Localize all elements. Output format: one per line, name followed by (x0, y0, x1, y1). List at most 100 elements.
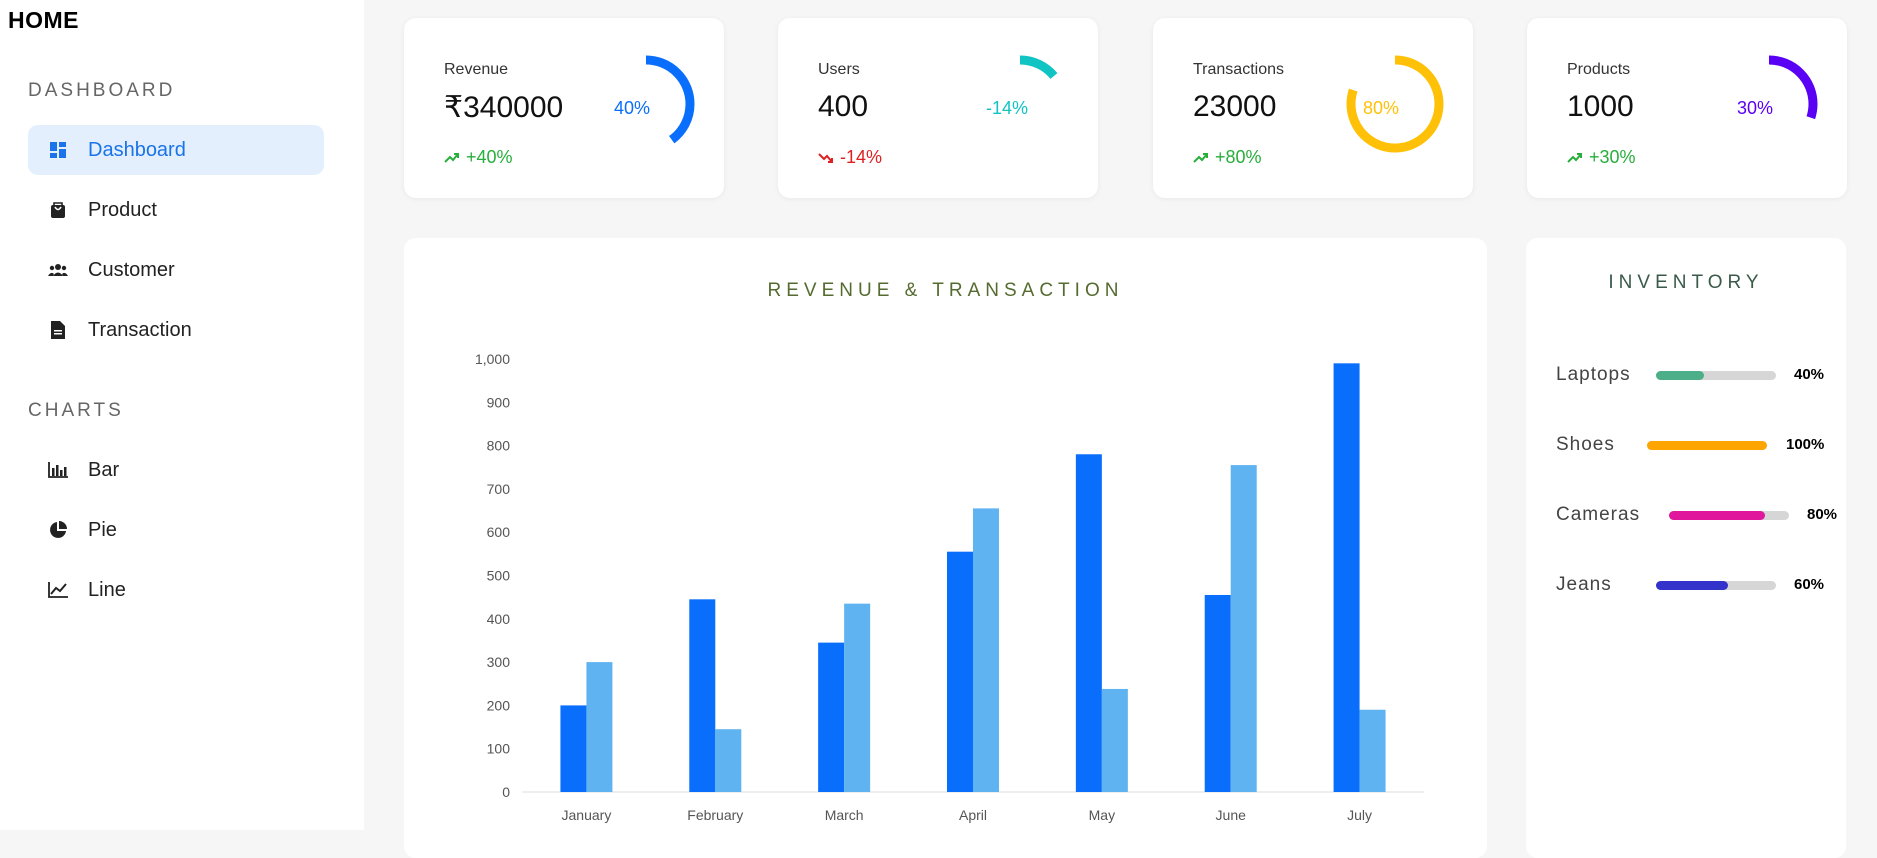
gauge-percent: -14% (986, 98, 1029, 118)
x-tick-label: May (1089, 807, 1115, 823)
inventory-item-jeans: Jeans 60% (1556, 572, 1836, 602)
inventory-title: INVENTORY (1608, 272, 1764, 293)
inventory-item-name: Jeans (1556, 574, 1612, 595)
widget-change-text: -14% (840, 147, 883, 167)
x-tick-label: January (562, 807, 612, 823)
inventory-bar-fill (1647, 441, 1767, 450)
widget-value: 23000 (1193, 90, 1277, 123)
widget-change: +40% (444, 147, 513, 168)
chart-bar[interactable] (947, 551, 973, 792)
trending-up-icon (1567, 152, 1582, 163)
chart-bar[interactable] (715, 729, 742, 792)
app-logo[interactable]: HOME (8, 7, 79, 34)
inventory-item-percent: 100% (1786, 436, 1825, 453)
x-tick-label: July (1347, 807, 1372, 823)
inventory-item-laptops: Laptops 40% (1556, 362, 1836, 392)
inventory-bar (1656, 581, 1776, 590)
inventory-item-name: Cameras (1556, 504, 1641, 525)
sidebar-item-label: Pie (88, 518, 117, 541)
shopping-bag-icon (48, 200, 68, 220)
y-tick-label: 900 (487, 394, 511, 410)
widget-value: 1000 (1567, 90, 1634, 123)
section-title-charts: CHARTS (28, 400, 124, 421)
inventory-item-percent: 40% (1794, 366, 1825, 383)
people-icon (48, 260, 68, 280)
widget-value: ₹340000 (444, 91, 564, 124)
inventory-card: INVENTORY Laptops 40% Shoes 100% Cameras… (1526, 238, 1846, 858)
sidebar-item-dashboard[interactable]: Dashboard (28, 125, 324, 175)
gauge-percent: 40% (614, 98, 651, 118)
sidebar-item-label: Product (88, 198, 157, 221)
chart-bar[interactable] (1230, 465, 1257, 792)
x-tick-label: June (1216, 807, 1247, 823)
inventory-bar (1669, 511, 1789, 520)
sidebar-item-product[interactable]: Product (28, 185, 324, 235)
inventory-bar-fill (1656, 581, 1728, 590)
inventory-item-cameras: Cameras 80% (1556, 502, 1838, 532)
widget-transactions[interactable]: Transactions 23000 +80% 80% (1153, 18, 1473, 198)
y-tick-label: 200 (487, 697, 511, 713)
inventory-bar (1647, 441, 1767, 450)
section-title-dashboard: DASHBOARD (28, 80, 176, 101)
y-tick-label: 600 (487, 524, 511, 540)
chart-bar[interactable] (973, 508, 999, 792)
chart-bar[interactable] (1333, 363, 1360, 792)
sidebar-item-transaction[interactable]: Transaction (28, 305, 324, 355)
widget-title: Products (1567, 61, 1631, 78)
chart-bar[interactable] (586, 662, 613, 792)
bar-chart-icon (48, 460, 68, 480)
gauge-percent: 30% (1737, 98, 1774, 118)
sidebar-item-label: Transaction (88, 318, 192, 341)
document-icon (48, 320, 68, 340)
sidebar-item-line[interactable]: Line (28, 565, 324, 615)
sidebar-item-label: Line (88, 578, 126, 601)
inventory-item-percent: 80% (1807, 506, 1838, 523)
widget-title: Revenue (444, 61, 509, 78)
y-tick-label: 1,000 (475, 351, 510, 367)
gauge-percent: 80% (1363, 98, 1400, 118)
widget-products[interactable]: Products 1000 +30% 30% (1527, 18, 1847, 198)
widget-title: Transactions (1193, 61, 1284, 78)
widget-change: +80% (1193, 147, 1262, 168)
trending-down-icon (818, 152, 833, 163)
sidebar-item-pie[interactable]: Pie (28, 505, 324, 555)
y-tick-label: 400 (487, 611, 511, 627)
y-tick-label: 100 (487, 741, 511, 757)
chart-bar[interactable] (560, 705, 587, 792)
widget-change: +30% (1567, 147, 1636, 168)
widget-users[interactable]: Users 400 -14% -14% (778, 18, 1098, 198)
chart-bar[interactable] (1204, 594, 1231, 792)
sidebar-item-label: Dashboard (88, 138, 186, 161)
widget-value: 400 (818, 90, 869, 123)
y-tick-label: 500 (487, 568, 511, 584)
sidebar: HOME DASHBOARD Dashboard Product Custome… (0, 0, 364, 830)
y-tick-label: 0 (502, 784, 510, 800)
chart-bar[interactable] (1075, 454, 1102, 792)
inventory-item-percent: 60% (1794, 576, 1825, 593)
y-tick-label: 800 (487, 438, 511, 454)
chart-bar[interactable] (818, 642, 845, 792)
inventory-bar-fill (1656, 371, 1704, 380)
sidebar-item-customer[interactable]: Customer (28, 245, 324, 295)
chart-bar[interactable] (1101, 688, 1128, 792)
y-tick-label: 700 (487, 481, 511, 497)
x-tick-label: April (959, 807, 987, 823)
revenue-transaction-chart-card: REVENUE & TRANSACTION 0 100 200 300 400 500 60… (404, 238, 1487, 858)
chart-bar[interactable] (844, 603, 871, 792)
chart-bar[interactable] (1359, 709, 1386, 792)
line-chart-icon (48, 580, 68, 600)
widget-revenue[interactable]: Revenue ₹340000 +40% 40% (404, 18, 724, 198)
sidebar-item-bar[interactable]: Bar (28, 445, 324, 495)
widget-change-text: +80% (1215, 147, 1262, 167)
dashboard-icon (48, 140, 68, 160)
inventory-bar (1656, 371, 1776, 380)
widget-change-text: +40% (466, 147, 513, 167)
widget-title: Users (818, 61, 860, 78)
trending-up-icon (1193, 152, 1208, 163)
chart-bar[interactable] (689, 599, 716, 792)
sidebar-item-label: Customer (88, 258, 175, 281)
x-tick-label: March (825, 807, 864, 823)
trending-up-icon (444, 152, 459, 163)
x-tick-label: February (687, 807, 743, 823)
sidebar-item-label: Bar (88, 458, 120, 481)
